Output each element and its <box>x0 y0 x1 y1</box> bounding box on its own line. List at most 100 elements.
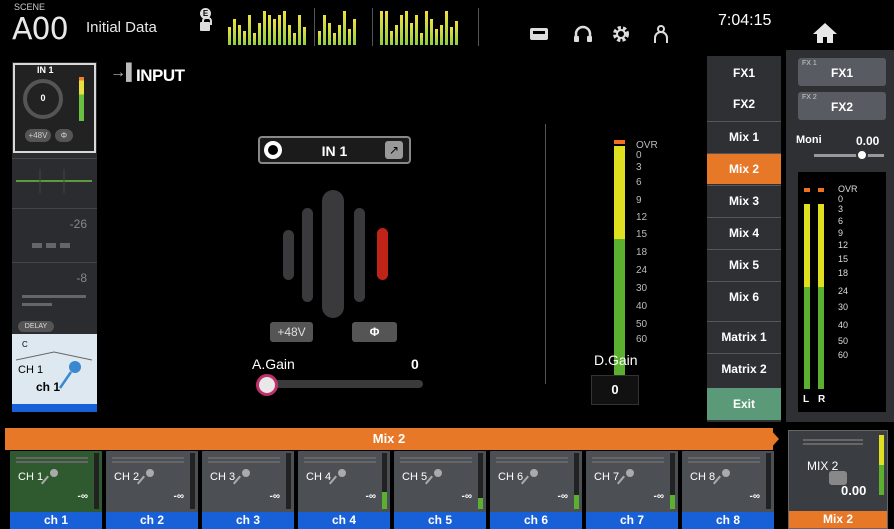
moni-value: 0.00 <box>856 134 880 148</box>
stereo-scale-tick: 3 <box>838 204 844 214</box>
eq-section[interactable] <box>12 158 97 204</box>
mic-icon <box>626 469 634 477</box>
stereo-scale-tick: 18 <box>838 268 849 278</box>
headphones-icon[interactable] <box>572 24 594 44</box>
gain-section[interactable]: IN 1 0 +48V Φ <box>13 63 96 153</box>
gain-value: 0 <box>40 93 46 103</box>
channel-meter <box>478 453 483 509</box>
scene-number[interactable]: A00 <box>12 12 69 47</box>
fader-lines <box>496 457 568 459</box>
phantom-indicator[interactable]: +48V <box>25 129 51 142</box>
channel-strip-3[interactable]: CH 3 -∞ ch 3 <box>202 451 294 529</box>
again-value: 0 <box>411 356 419 372</box>
bus-mix5[interactable]: Mix 5 <box>707 249 781 280</box>
clock: 7:04:15 <box>718 12 772 29</box>
channel-name: ch 1 <box>10 512 102 529</box>
fader-lines <box>400 457 472 459</box>
channel-level: -∞ <box>461 491 472 502</box>
dgain-scale-tick: 50 <box>636 319 648 330</box>
open-popup-icon[interactable]: ↗ <box>385 141 403 159</box>
fx1-label: FX1 <box>830 66 853 80</box>
phase-indicator[interactable]: Φ <box>55 129 73 142</box>
channel-strip-8[interactable]: CH 8 -∞ ch 8 <box>682 451 774 529</box>
scene-title[interactable]: Initial Data <box>86 19 157 36</box>
mic-icon <box>242 469 250 477</box>
moni-slider[interactable] <box>814 154 884 157</box>
fx2-button[interactable]: FX 2 FX2 <box>798 92 886 120</box>
stereo-scale-tick: 12 <box>838 240 849 250</box>
mix-master-name: Mix 2 <box>789 511 887 528</box>
stereo-scale-tick: 30 <box>838 302 849 312</box>
channel-id: CH 2 <box>114 471 140 483</box>
mic-icon <box>434 469 442 477</box>
recorder-icon[interactable] <box>528 24 550 44</box>
channel-id: CH 1 <box>18 364 44 376</box>
send-target-bar[interactable]: Mix 2 <box>5 428 773 450</box>
exit-button[interactable]: Exit <box>707 388 781 420</box>
mic-icon <box>530 469 538 477</box>
channel-meter <box>766 453 771 509</box>
gear-icon[interactable] <box>610 24 632 44</box>
channel-strip-6[interactable]: CH 6 -∞ ch 6 <box>490 451 582 529</box>
left-label: L <box>803 394 810 405</box>
channel-meter <box>190 453 195 509</box>
phase-button[interactable]: Φ <box>352 322 397 342</box>
channel-strip-5[interactable]: CH 5 -∞ ch 5 <box>394 451 486 529</box>
moni-slider-handle[interactable] <box>856 149 868 161</box>
page-title: INPUT <box>136 66 185 85</box>
bus-fx2[interactable]: FX2 <box>707 89 781 120</box>
again-slider[interactable] <box>270 380 423 388</box>
channel-id: CH 5 <box>402 471 428 483</box>
bus-matrix1[interactable]: Matrix 1 <box>707 321 781 352</box>
stereo-scale-tick: 15 <box>838 254 849 264</box>
moni-label: Moni <box>796 134 822 146</box>
channel-strip-1[interactable]: CH 1 -∞ ch 1 <box>10 451 102 529</box>
meter-bridge-group-2[interactable] <box>318 9 356 45</box>
divider <box>545 124 546 384</box>
lock-icon[interactable]: E <box>200 8 212 31</box>
fx2-label: FX2 <box>830 100 853 114</box>
channel-id: CH 7 <box>594 471 620 483</box>
channel-strip-2[interactable]: CH 2 -∞ ch 2 <box>106 451 198 529</box>
fader-lines <box>208 457 280 459</box>
bus-mix4[interactable]: Mix 4 <box>707 217 781 248</box>
channel-strip-7[interactable]: CH 7 -∞ ch 7 <box>586 451 678 529</box>
channel-level: -∞ <box>173 491 184 502</box>
bus-mix2[interactable]: Mix 2 <box>707 153 781 184</box>
stereo-scale-tick: 60 <box>838 350 849 360</box>
dgain-scale-tick: 6 <box>636 177 642 188</box>
bus-mix3[interactable]: Mix 3 <box>707 185 781 216</box>
dgain-scale-tick: 3 <box>636 162 642 173</box>
mic-icon <box>722 469 730 477</box>
channel-strip-4[interactable]: CH 4 -∞ ch 4 <box>298 451 390 529</box>
channel-name-box[interactable]: C CH 1 ch 1 <box>12 334 97 412</box>
dgain-scale-tick: 18 <box>636 247 648 258</box>
gain-knob[interactable]: 0 <box>23 79 63 119</box>
mix-master-strip[interactable]: MIX 2 0.00 Mix 2 <box>788 430 888 529</box>
eq-curve <box>16 169 92 193</box>
bus-fx1[interactable]: FX1 <box>707 58 781 89</box>
channel-color-bar <box>12 404 97 412</box>
user-icon[interactable] <box>650 24 672 44</box>
meter-bridge-group-3[interactable] <box>380 9 458 45</box>
comp-section[interactable]: -8 <box>12 262 97 318</box>
channel-meter <box>574 453 579 509</box>
phantom-power-button[interactable]: +48V <box>270 322 313 342</box>
delay-indicator[interactable]: DELAY <box>18 321 54 332</box>
dgain-value[interactable]: 0 <box>591 375 639 405</box>
gate-section[interactable]: -26 <box>12 208 97 258</box>
dgain-peak <box>614 140 625 144</box>
stereo-scale-tick: 0 <box>838 194 844 204</box>
meter-bridge-group-1[interactable] <box>228 9 306 45</box>
again-slider-handle[interactable] <box>256 374 278 396</box>
dgain-meter <box>614 146 625 378</box>
right-meter <box>818 204 824 389</box>
bus-mix1[interactable]: Mix 1 <box>707 121 781 152</box>
channel-name: ch 8 <box>682 512 774 529</box>
fx1-button[interactable]: FX 1 FX1 <box>798 58 886 86</box>
bus-mix6[interactable]: Mix 6 <box>707 281 781 312</box>
bus-matrix2[interactable]: Matrix 2 <box>707 353 781 384</box>
input-port-button[interactable]: IN 1 ↗ <box>258 136 411 164</box>
channel-id: CH 8 <box>690 471 716 483</box>
home-icon[interactable] <box>812 22 838 44</box>
